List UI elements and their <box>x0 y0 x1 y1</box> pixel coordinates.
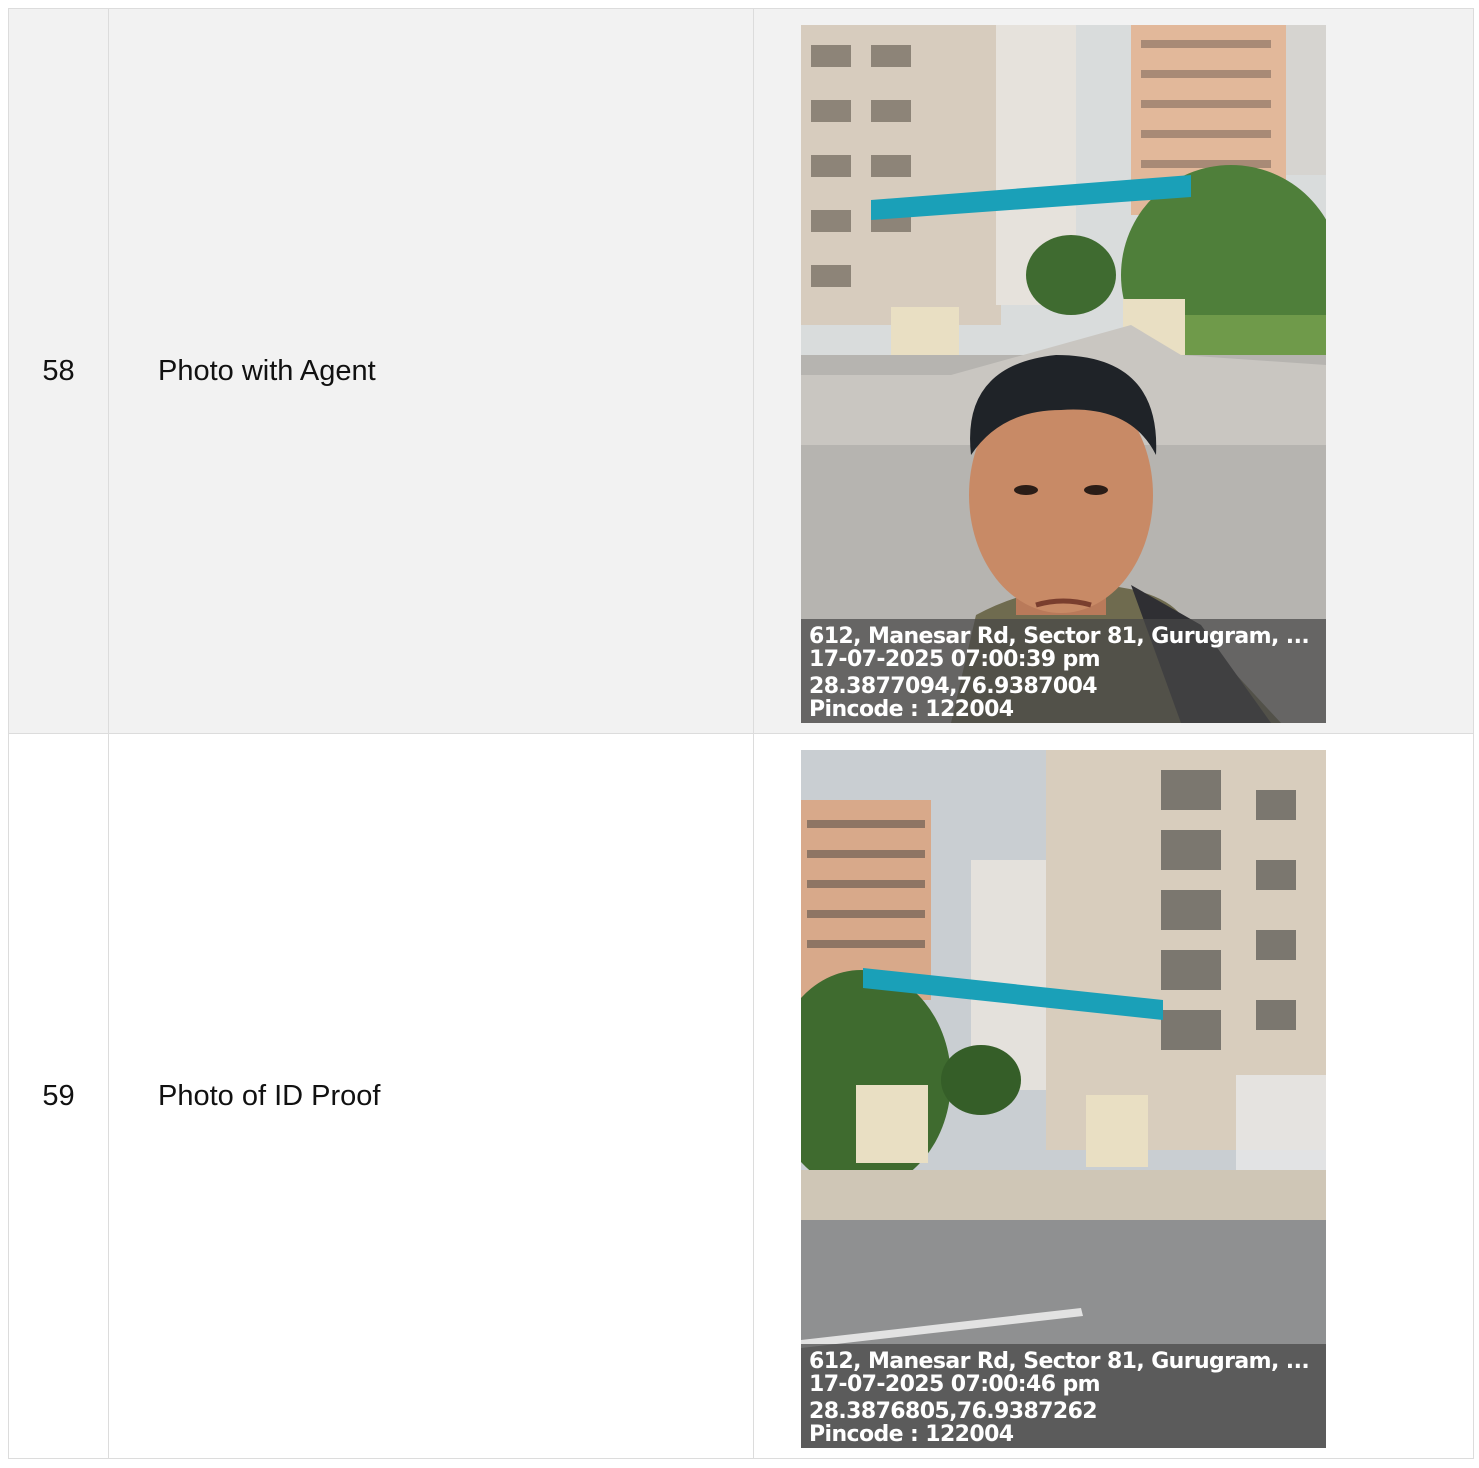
stamp-datetime: 17-07-2025 07:00:46 pm <box>809 1372 1101 1397</box>
stamp-address: 612, Manesar Rd, Sector 81, Gurugram, ..… <box>809 624 1310 649</box>
stamp-address: 612, Manesar Rd, Sector 81, Gurugram, ..… <box>809 1349 1310 1374</box>
report-sheet: 58 Photo with Agent 612, Manesar Rd, Sec… <box>8 8 1474 1468</box>
row-label: Photo of ID Proof <box>108 733 754 1459</box>
id-proof-photo: 612, Manesar Rd, Sector 81, Gurugram, ..… <box>801 750 1326 1448</box>
photo-cell: 612, Manesar Rd, Sector 81, Gurugram, ..… <box>753 8 1474 734</box>
geo-stamp: 612, Manesar Rd, Sector 81, Gurugram, ..… <box>801 619 1326 723</box>
agent-selfie-photo: 612, Manesar Rd, Sector 81, Gurugram, ..… <box>801 25 1326 723</box>
stamp-coordinates: 28.3877094,76.9387004 <box>809 674 1098 699</box>
stamp-pincode: Pincode : 122004 <box>809 697 1014 722</box>
photo-cell: 612, Manesar Rd, Sector 81, Gurugram, ..… <box>753 733 1474 1459</box>
stamp-coordinates: 28.3876805,76.9387262 <box>809 1399 1098 1424</box>
table-row: 58 Photo with Agent 612, Manesar Rd, Sec… <box>8 8 1474 734</box>
row-label: Photo with Agent <box>108 8 754 734</box>
stamp-pincode: Pincode : 122004 <box>809 1422 1014 1447</box>
row-number: 58 <box>8 8 109 734</box>
table-row: 59 Photo of ID Proof 612, Manesar Rd, Se… <box>8 733 1474 1459</box>
stamp-datetime: 17-07-2025 07:00:39 pm <box>809 647 1101 672</box>
row-number: 59 <box>8 733 109 1459</box>
photo-table: 58 Photo with Agent 612, Manesar Rd, Sec… <box>8 8 1474 1459</box>
geo-stamp: 612, Manesar Rd, Sector 81, Gurugram, ..… <box>801 1344 1326 1448</box>
